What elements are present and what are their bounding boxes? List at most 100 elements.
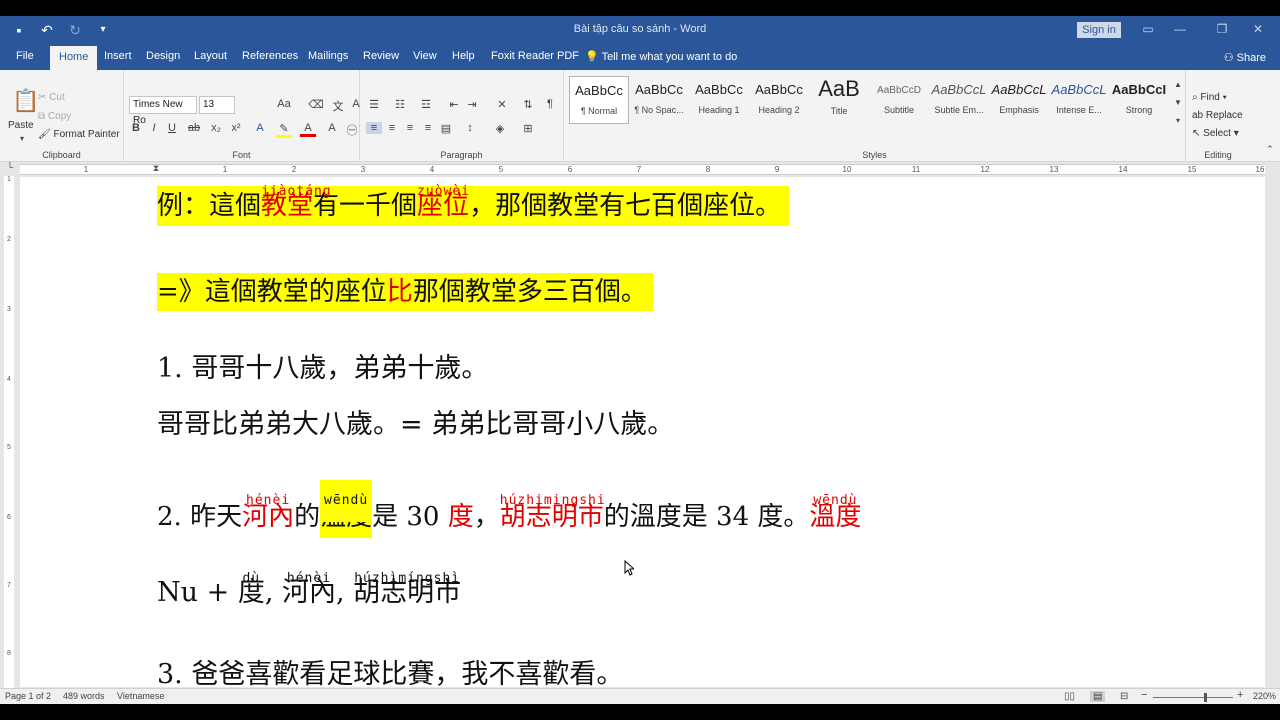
- sign-in-button[interactable]: Sign in: [1077, 22, 1121, 38]
- align-right-icon[interactable]: ≡: [402, 122, 418, 134]
- style-no-spacing[interactable]: AaBbCc ¶ No Spac...: [629, 76, 689, 124]
- tab-review[interactable]: Review: [363, 50, 399, 62]
- style-subtitle[interactable]: AaBbCcD Subtitle: [869, 76, 929, 124]
- style-preview: AaBbCc: [695, 82, 743, 97]
- status-bar: Page 1 of 2 489 words Vietnamese ▯▯ ▤ ⊟ …: [0, 688, 1280, 704]
- change-case-icon[interactable]: Aa: [276, 98, 292, 110]
- italic-icon[interactable]: I: [146, 122, 162, 134]
- underline-icon[interactable]: U: [164, 122, 180, 134]
- style-title[interactable]: AaB Title: [809, 76, 869, 124]
- format-painter-button[interactable]: 🖌 Format Painter: [38, 129, 120, 140]
- strikethrough-icon[interactable]: ab: [186, 122, 202, 134]
- style-preview: AaBbCc: [755, 82, 803, 97]
- numbering-icon[interactable]: ☷: [392, 98, 408, 111]
- person-icon: ⚇: [1223, 52, 1234, 64]
- distributed-icon[interactable]: ▤: [438, 122, 454, 135]
- style-heading-1[interactable]: AaBbCc Heading 1: [689, 76, 749, 124]
- clear-formatting-icon[interactable]: ⌫: [308, 98, 324, 111]
- superscript-icon[interactable]: x²: [228, 122, 244, 134]
- highlight-icon[interactable]: ✎: [276, 122, 292, 138]
- phonetic-guide-icon[interactable]: 文: [330, 98, 346, 114]
- web-layout-icon[interactable]: ⊟: [1120, 691, 1128, 702]
- multilevel-list-icon[interactable]: ☲: [418, 98, 434, 111]
- tab-help[interactable]: Help: [452, 50, 475, 62]
- page-count[interactable]: Page 1 of 2: [5, 691, 51, 701]
- share-button[interactable]: ⚇ Share: [1224, 51, 1266, 64]
- zoom-slider-thumb[interactable]: [1204, 693, 1207, 702]
- sort-icon[interactable]: ⇅: [520, 98, 536, 111]
- select-button[interactable]: ↖ Select ▾: [1192, 128, 1239, 139]
- zoom-level[interactable]: 220%: [1253, 691, 1276, 701]
- tab-foxit-reader-pdf[interactable]: Foxit Reader PDF: [491, 50, 579, 62]
- paragraph-group-label: Paragraph: [440, 150, 483, 160]
- style-intense-emphasis[interactable]: AaBbCcL Intense E...: [1049, 76, 1109, 124]
- show-hide-icon[interactable]: ¶: [542, 98, 558, 110]
- indent-marker-icon[interactable]: ⧗: [148, 163, 164, 173]
- tab-layout[interactable]: Layout: [194, 50, 227, 62]
- text-run: 度: [447, 502, 474, 532]
- styles-scroll-up-icon[interactable]: ▲: [1170, 80, 1186, 89]
- cut-button[interactable]: ✂ Cut: [38, 92, 65, 103]
- text-run: 比: [386, 277, 413, 307]
- styles-scroll-down-icon[interactable]: ▼: [1170, 98, 1186, 107]
- vertical-ruler[interactable]: 1 2 3 4 5 6 7 8: [0, 176, 16, 688]
- document-page[interactable]: 例：這個 jiàotáng 教堂有一千個 zuòwèi 座位，那個教堂有七百個座位。 =…: [20, 177, 1265, 687]
- find-button[interactable]: ⌕ Find ▾: [1192, 92, 1227, 103]
- style-name: Strong: [1125, 105, 1153, 115]
- collapse-ribbon-icon[interactable]: ⌃: [1262, 144, 1278, 155]
- tab-selector-icon[interactable]: └: [2, 162, 18, 172]
- minimize-icon[interactable]: —: [1170, 22, 1190, 36]
- maximize-icon[interactable]: ❐: [1212, 22, 1232, 36]
- paste-button[interactable]: Paste: [8, 120, 34, 131]
- subscript-icon[interactable]: x₂: [208, 122, 224, 134]
- ribbon-display-options-icon[interactable]: ▭: [1138, 22, 1158, 36]
- shading-icon[interactable]: ◈: [492, 122, 508, 135]
- line-spacing-icon[interactable]: ↕: [462, 122, 478, 134]
- tab-view[interactable]: View: [413, 50, 437, 62]
- justify-icon[interactable]: ≡: [420, 122, 436, 134]
- replace-button[interactable]: ab Replace: [1192, 110, 1243, 121]
- style-normal[interactable]: AaBbCc ¶ Normal: [569, 76, 629, 124]
- bold-icon[interactable]: B: [128, 122, 144, 134]
- language-indicator[interactable]: Vietnamese: [117, 691, 164, 701]
- copy-button[interactable]: ⧉ Copy: [38, 111, 71, 122]
- paste-dropdown-icon[interactable]: ▾: [14, 134, 30, 143]
- character-shading-icon[interactable]: A: [324, 122, 340, 134]
- zoom-slider-track[interactable]: [1153, 697, 1233, 698]
- styles-more-icon[interactable]: ▾: [1170, 116, 1186, 125]
- tab-design[interactable]: Design: [146, 50, 180, 62]
- tab-home[interactable]: Home: [50, 46, 98, 70]
- tab-insert[interactable]: Insert: [104, 50, 132, 62]
- paste-icon[interactable]: 📋: [12, 88, 39, 114]
- zoom-out-icon[interactable]: −: [1141, 689, 1147, 701]
- increase-indent-icon[interactable]: ⇥: [464, 98, 480, 111]
- align-center-icon[interactable]: ≡: [384, 122, 400, 134]
- tell-me-box[interactable]: 💡 Tell me what you want to do: [585, 50, 737, 63]
- font-size-select[interactable]: 13: [199, 96, 235, 114]
- decrease-indent-icon[interactable]: ⇤: [446, 98, 462, 111]
- read-mode-icon[interactable]: ▯▯: [1064, 691, 1075, 702]
- close-icon[interactable]: ✕: [1248, 22, 1268, 36]
- text-effects-icon[interactable]: A: [252, 122, 268, 134]
- horizontal-ruler[interactable]: 1 1 2 3 4 5 6 7 8 9 10 11 12 13 14 15 16…: [0, 162, 1280, 176]
- align-left-icon[interactable]: ≡: [366, 122, 382, 134]
- word-count[interactable]: 489 words: [63, 691, 105, 701]
- ruler-number: 9: [774, 165, 780, 174]
- style-heading-2[interactable]: AaBbCc Heading 2: [749, 76, 809, 124]
- zoom-in-icon[interactable]: +: [1237, 689, 1243, 701]
- tab-references[interactable]: References: [242, 50, 298, 62]
- asian-layout-icon[interactable]: ✕: [494, 98, 510, 111]
- ruler-number: 1: [83, 165, 89, 174]
- ruler-number: 6: [567, 165, 573, 174]
- font-name-select[interactable]: Times New Ro: [129, 96, 197, 126]
- tab-mailings[interactable]: Mailings: [308, 50, 348, 62]
- print-layout-icon[interactable]: ▤: [1090, 691, 1106, 702]
- style-emphasis[interactable]: AaBbCcL Emphasis: [989, 76, 1049, 124]
- borders-icon[interactable]: ⊞: [520, 122, 536, 135]
- enclose-characters-icon[interactable]: ㊀: [344, 122, 360, 138]
- style-subtle-emphasis[interactable]: AaBbCcL Subtle Em...: [929, 76, 989, 124]
- font-color-icon[interactable]: A: [300, 122, 316, 137]
- bullets-icon[interactable]: ☰: [366, 98, 382, 111]
- style-strong[interactable]: AaBbCcI Strong: [1109, 76, 1169, 124]
- tab-file[interactable]: File: [16, 50, 34, 62]
